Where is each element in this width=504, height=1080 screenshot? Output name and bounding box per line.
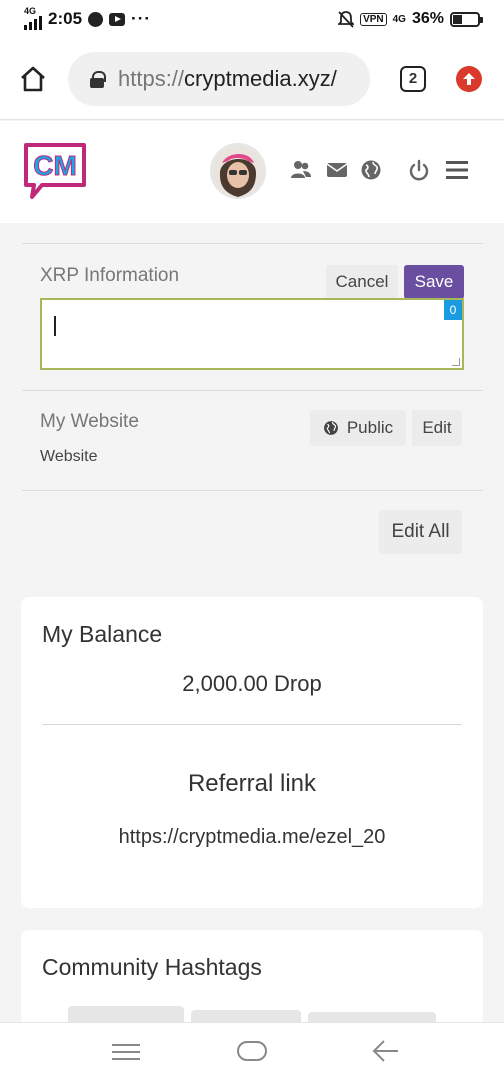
globe-icon[interactable]	[360, 159, 382, 181]
power-icon[interactable]	[408, 159, 430, 181]
status-time: 2:05	[48, 9, 83, 28]
balance-card: My Balance 2,000.00 Drop Referral link h…	[21, 597, 483, 908]
xrp-input[interactable]: 0	[40, 298, 464, 370]
recents-menu-icon[interactable]	[112, 1043, 140, 1061]
status-bar: 4G 2:05 ··· VPN 4G 36%	[0, 0, 504, 38]
url-scheme: https://	[118, 65, 185, 91]
logo-text: CM	[33, 150, 77, 181]
divider	[22, 490, 483, 491]
divider	[42, 724, 462, 725]
menu-icon[interactable]	[446, 160, 468, 180]
divider	[22, 390, 483, 391]
character-counter: 0	[444, 300, 462, 320]
network-type: 4G	[24, 5, 37, 16]
url-text: https://cryptmedia.xyz/	[118, 66, 337, 92]
signal-bars-icon	[24, 15, 42, 30]
website-edit-button[interactable]: Edit	[412, 410, 462, 446]
resize-handle[interactable]	[452, 358, 460, 366]
update-button[interactable]	[456, 65, 482, 92]
battery-percent: 36%	[411, 10, 444, 27]
vpn-badge: VPN	[360, 12, 387, 26]
lock-icon	[90, 70, 106, 88]
address-bar[interactable]: https://cryptmedia.xyz/	[68, 51, 370, 106]
mail-icon[interactable]	[326, 161, 348, 179]
globe-icon	[323, 421, 338, 435]
referral-link[interactable]: https://cryptmedia.me/ezel_20	[21, 826, 483, 849]
balance-amount: 2,000.00 Drop	[182, 671, 322, 696]
site-logo[interactable]: CM	[22, 141, 88, 206]
chrome-notification-icon	[88, 11, 104, 27]
system-nav-bar	[0, 1022, 504, 1080]
website-value: Website	[40, 448, 98, 465]
balance-title: My Balance	[42, 621, 163, 647]
arrow-up-icon	[463, 72, 475, 85]
avatar[interactable]	[210, 143, 266, 199]
more-notifications: ···	[131, 9, 152, 28]
signal-indicator: 4G	[24, 5, 42, 32]
referral-title: Referral link	[187, 770, 317, 797]
public-label: Public	[346, 418, 394, 437]
home-nav-icon[interactable]	[236, 1039, 268, 1063]
network-type-right: 4G	[392, 13, 406, 25]
edit-all-button[interactable]: Edit All	[379, 510, 462, 554]
battery-icon	[450, 11, 483, 27]
cancel-button[interactable]: Cancel	[326, 265, 398, 299]
website-label: My Website	[40, 411, 139, 432]
text-caret	[54, 316, 56, 336]
hashtags-title: Community Hashtags	[42, 954, 262, 980]
save-button[interactable]: Save	[404, 265, 464, 299]
site-header: CM	[0, 121, 504, 223]
url-host: cryptmedia.xyz/	[184, 65, 337, 91]
back-arrow-icon[interactable]	[372, 1039, 400, 1063]
home-icon	[21, 66, 45, 91]
users-icon[interactable]	[290, 159, 312, 181]
mute-icon	[338, 10, 355, 28]
public-visibility-button[interactable]: Public	[310, 410, 406, 446]
xrp-label: XRP Information	[40, 265, 180, 286]
youtube-notification-icon	[109, 12, 126, 26]
divider	[22, 243, 483, 244]
tab-switcher-button[interactable]: 2	[400, 65, 426, 92]
browser-toolbar: https://cryptmedia.xyz/ 2	[0, 38, 504, 120]
home-button[interactable]	[14, 60, 52, 98]
